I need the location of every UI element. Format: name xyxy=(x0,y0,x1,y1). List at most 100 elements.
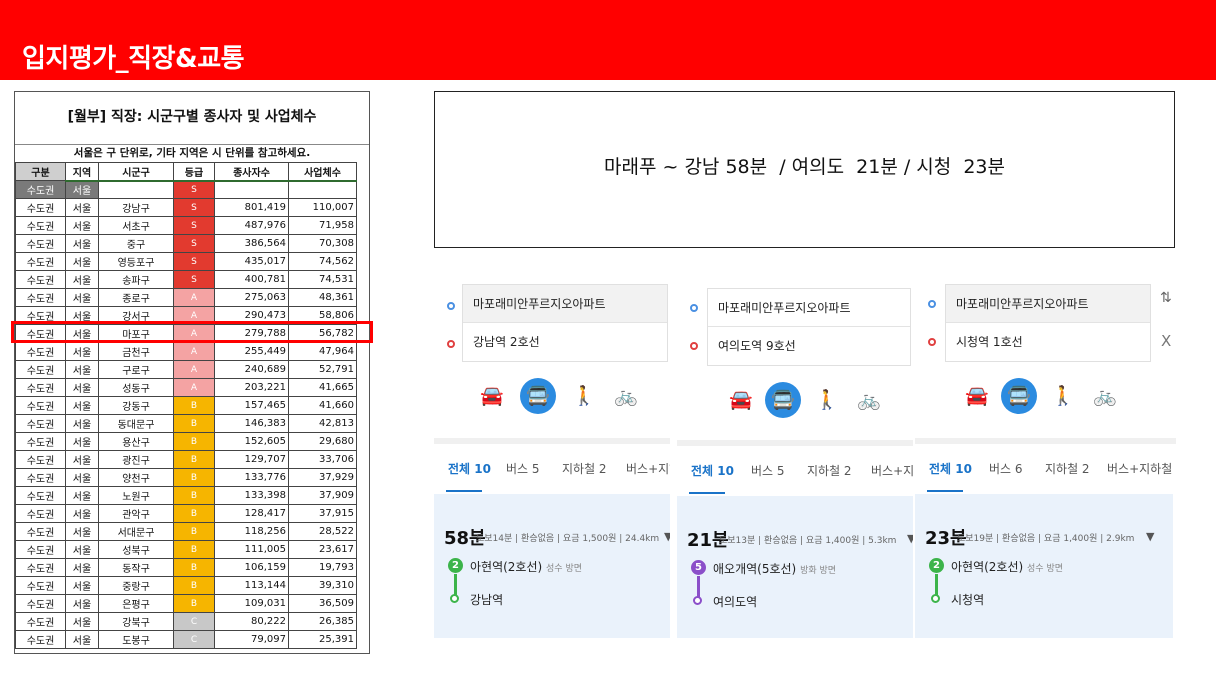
bike-icon[interactable]: 🚲 xyxy=(608,378,644,414)
cell-workers: 80,222 xyxy=(214,612,289,631)
tab-subway[interactable]: 지하철 2 xyxy=(562,460,607,477)
col-header-district: 시군구 xyxy=(98,162,174,182)
cell-type: 수도권 xyxy=(15,522,66,541)
bus-icon[interactable]: 🚍 xyxy=(520,378,556,414)
table-row: 수도권 서울 영등포구 S 435,017 74,562 xyxy=(15,252,357,271)
cell-region: 서울 xyxy=(65,414,99,433)
col-header-grade: 등급 xyxy=(173,162,215,182)
subway-line-badge: 2 xyxy=(929,558,944,573)
swap-icon[interactable]: ⇅ xyxy=(1160,290,1172,306)
cell-workers: 801,419 xyxy=(214,198,289,217)
cell-workers: 129,707 xyxy=(214,450,289,469)
cell-district: 강북구 xyxy=(98,612,174,631)
destination-input[interactable]: 시청역 1호선 xyxy=(946,323,1150,361)
tab-bus-subway[interactable]: 버스+지하철 2 xyxy=(1107,460,1176,477)
route-result[interactable]: 23분 도보19분 | 환승없음 | 요금 1,400원 | 2.9km ▼ 2… xyxy=(915,494,1173,638)
cell-grade: B xyxy=(173,450,215,469)
cell-workers: 109,031 xyxy=(214,594,289,613)
cell-region: 서울 xyxy=(65,630,99,649)
walk-icon[interactable]: 🚶 xyxy=(809,382,845,418)
transport-modes: 🚘 🚍 🚶 🚲 xyxy=(959,378,1149,418)
cell-businesses: 37,915 xyxy=(288,504,357,523)
cell-district: 성북구 xyxy=(98,540,174,559)
cell-workers: 275,063 xyxy=(214,288,289,307)
route-result[interactable]: 58분 도보14분 | 환승없음 | 요금 1,500원 | 24.4km ▼ … xyxy=(434,494,670,638)
cell-type: 수도권 xyxy=(15,558,66,577)
expand-chevron-icon[interactable]: ▼ xyxy=(664,530,670,543)
cell-businesses: 23,617 xyxy=(288,540,357,559)
tab-bus[interactable]: 버스 5 xyxy=(506,460,540,477)
cell-type: 수도권 xyxy=(15,198,66,217)
destination-dot-icon xyxy=(928,338,936,346)
table-row: 수도권 서울 종로구 A 275,063 48,361 xyxy=(15,288,357,307)
cell-businesses: 48,361 xyxy=(288,288,357,307)
tab-bus-subway[interactable]: 버스+지하철 xyxy=(626,460,670,477)
cell-businesses: 29,680 xyxy=(288,432,357,451)
cell-grade: B xyxy=(173,576,215,595)
close-icon[interactable]: X xyxy=(1161,332,1171,350)
cell-district: 성동구 xyxy=(98,378,174,397)
table-row: 수도권 서울 S xyxy=(15,180,357,199)
cell-district: 종로구 xyxy=(98,288,174,307)
cell-workers: 240,689 xyxy=(214,360,289,379)
cell-region: 서울 xyxy=(65,396,99,415)
tab-all[interactable]: 전체 10 xyxy=(691,462,734,479)
cell-district: 구로구 xyxy=(98,360,174,379)
bus-icon[interactable]: 🚍 xyxy=(1001,378,1037,414)
cell-district: 동작구 xyxy=(98,558,174,577)
destination-dot-icon xyxy=(447,340,455,348)
tab-subway[interactable]: 지하철 2 xyxy=(1045,460,1090,477)
table-row: 수도권 서울 중랑구 B 113,144 39,310 xyxy=(15,576,357,595)
cell-district: 중구 xyxy=(98,234,174,253)
cell-region: 서울 xyxy=(65,558,99,577)
bike-icon[interactable]: 🚲 xyxy=(851,382,887,418)
route-result[interactable]: 21분 도보13분 | 환승없음 | 요금 1,400원 | 5.3km ▼ 5… xyxy=(677,496,913,638)
route-tabs: 전체 10 버스 5 지하철 2 버스+지하철 xyxy=(434,452,670,492)
car-icon[interactable]: 🚘 xyxy=(474,378,510,414)
walk-icon[interactable]: 🚶 xyxy=(1045,378,1081,414)
table-row: 수도권 서울 서초구 S 487,976 71,958 xyxy=(15,216,357,235)
tab-bus-subway[interactable]: 버스+지하철 xyxy=(871,462,913,479)
origin-input[interactable]: 마포래미안푸르지오아파트 xyxy=(463,285,667,323)
walk-icon[interactable]: 🚶 xyxy=(566,378,602,414)
expand-chevron-icon[interactable]: ▼ xyxy=(907,532,913,545)
tab-bus[interactable]: 버스 5 xyxy=(751,462,785,479)
cell-workers: 128,417 xyxy=(214,504,289,523)
tab-subway[interactable]: 지하철 2 xyxy=(807,462,852,479)
cell-type: 수도권 xyxy=(15,450,66,469)
cell-type: 수도권 xyxy=(15,468,66,487)
origin-dot-icon xyxy=(690,304,698,312)
tab-all[interactable]: 전체 10 xyxy=(929,460,972,477)
cell-type: 수도권 xyxy=(15,432,66,451)
cell-region: 서울 xyxy=(65,252,99,271)
tab-bus[interactable]: 버스 6 xyxy=(989,460,1023,477)
cell-region: 서울 xyxy=(65,612,99,631)
car-icon[interactable]: 🚘 xyxy=(723,382,759,418)
cell-grade: B xyxy=(173,504,215,523)
cell-district: 강남구 xyxy=(98,198,174,217)
origin-input[interactable]: 마포래미안푸르지오아파트 xyxy=(946,285,1150,323)
tab-all[interactable]: 전체 10 xyxy=(448,460,491,477)
bus-icon[interactable]: 🚍 xyxy=(765,382,801,418)
cell-district: 송파구 xyxy=(98,270,174,289)
cell-grade: S xyxy=(173,234,215,253)
bike-icon[interactable]: 🚲 xyxy=(1087,378,1123,414)
car-icon[interactable]: 🚘 xyxy=(959,378,995,414)
cell-type: 수도권 xyxy=(15,288,66,307)
origin-input[interactable]: 마포래미안푸르지오아파트 xyxy=(708,289,910,327)
cell-businesses: 25,391 xyxy=(288,630,357,649)
destination-input[interactable]: 여의도역 9호선 xyxy=(708,327,910,365)
origin-dot-icon xyxy=(928,300,936,308)
cell-grade: A xyxy=(173,378,215,397)
cell-type: 수도권 xyxy=(15,234,66,253)
cell-type: 수도권 xyxy=(15,396,66,415)
cell-grade: B xyxy=(173,486,215,505)
cell-district: 중랑구 xyxy=(98,576,174,595)
end-station: 여의도역 xyxy=(713,595,758,609)
table-row: 수도권 서울 관악구 B 128,417 37,915 xyxy=(15,504,357,523)
cell-grade: C xyxy=(173,630,215,649)
destination-input[interactable]: 강남역 2호선 xyxy=(463,323,667,361)
expand-chevron-icon[interactable]: ▼ xyxy=(1146,530,1154,543)
col-header-type: 구분 xyxy=(15,162,66,181)
cell-grade: A xyxy=(173,360,215,379)
